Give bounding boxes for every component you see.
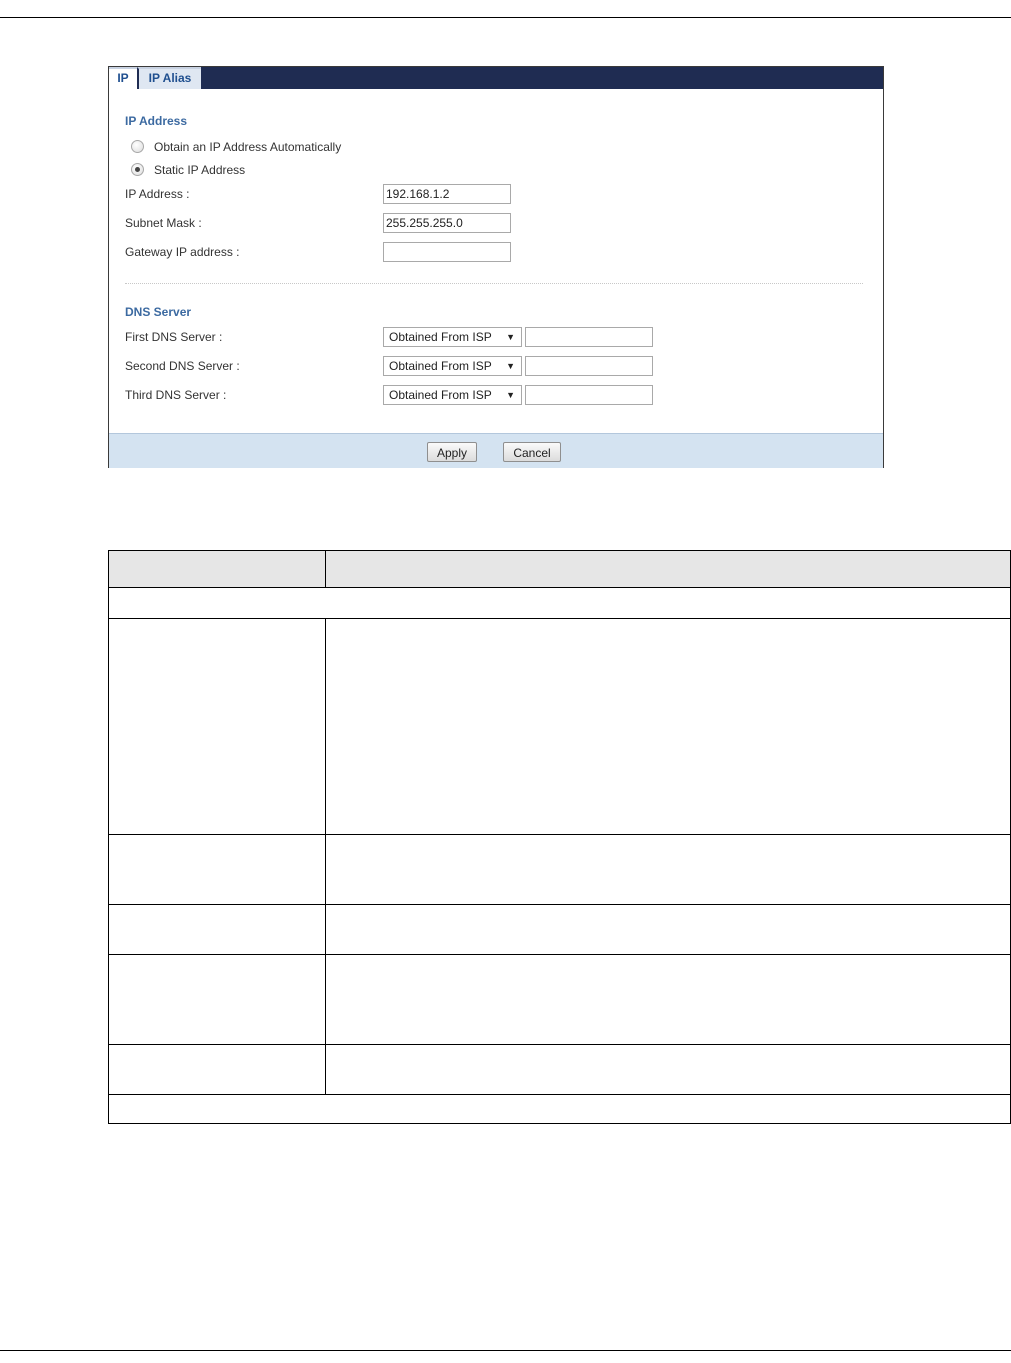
third-dns-label: Third DNS Server : <box>125 388 227 402</box>
dns-server-section-title: DNS Server <box>125 305 192 319</box>
select-value: Obtained From ISP <box>389 359 492 373</box>
second-dns-mode-select[interactable]: Obtained From ISP ▼ <box>383 356 522 376</box>
gateway-ip-input[interactable] <box>383 242 511 262</box>
dropdown-arrow-icon: ▼ <box>506 361 515 371</box>
table-column-divider <box>325 551 326 587</box>
page-bottom-rule <box>0 1350 1011 1351</box>
table-row-divider <box>109 834 1010 835</box>
table-column-divider <box>325 618 326 1094</box>
table-row-divider <box>109 904 1010 905</box>
table-header-row <box>109 551 1010 588</box>
cancel-button[interactable]: Cancel <box>503 442 561 462</box>
radio-label: Static IP Address <box>154 163 246 177</box>
button-bar: Apply Cancel <box>109 433 883 468</box>
select-value: Obtained From ISP <box>389 330 492 344</box>
radio-button-selected-icon[interactable] <box>131 163 144 176</box>
second-dns-input[interactable] <box>525 356 653 376</box>
gateway-ip-label: Gateway IP address : <box>125 245 240 259</box>
radio-label: Obtain an IP Address Automatically <box>154 140 342 154</box>
description-table <box>108 550 1011 1124</box>
first-dns-label: First DNS Server : <box>125 330 223 344</box>
first-dns-mode-select[interactable]: Obtained From ISP ▼ <box>383 327 522 347</box>
section-divider <box>125 283 863 284</box>
subnet-mask-input[interactable] <box>383 213 511 233</box>
third-dns-mode-select[interactable]: Obtained From ISP ▼ <box>383 385 522 405</box>
ip-address-input[interactable] <box>383 184 511 204</box>
table-row-divider <box>109 1044 1010 1045</box>
second-dns-label: Second DNS Server : <box>125 359 240 373</box>
subnet-mask-label: Subnet Mask : <box>125 216 202 230</box>
dropdown-arrow-icon: ▼ <box>506 332 515 342</box>
apply-button[interactable]: Apply <box>427 442 477 462</box>
tab-bar: IP IP Alias <box>109 67 883 89</box>
ip-address-label: IP Address : <box>125 187 190 201</box>
select-value: Obtained From ISP <box>389 388 492 402</box>
page-top-rule <box>0 17 1011 18</box>
ip-address-section-title: IP Address <box>125 114 188 128</box>
third-dns-input[interactable] <box>525 385 653 405</box>
first-dns-input[interactable] <box>525 327 653 347</box>
ip-settings-panel: IP IP Alias IP Address Obtain an IP Addr… <box>108 66 884 468</box>
table-row-divider <box>109 618 1010 619</box>
tab-ip[interactable]: IP <box>109 67 137 89</box>
table-row-divider <box>109 1094 1010 1095</box>
dropdown-arrow-icon: ▼ <box>506 390 515 400</box>
radio-button-icon[interactable] <box>131 140 144 153</box>
tab-ip-alias[interactable]: IP Alias <box>137 67 201 89</box>
table-row-divider <box>109 954 1010 955</box>
